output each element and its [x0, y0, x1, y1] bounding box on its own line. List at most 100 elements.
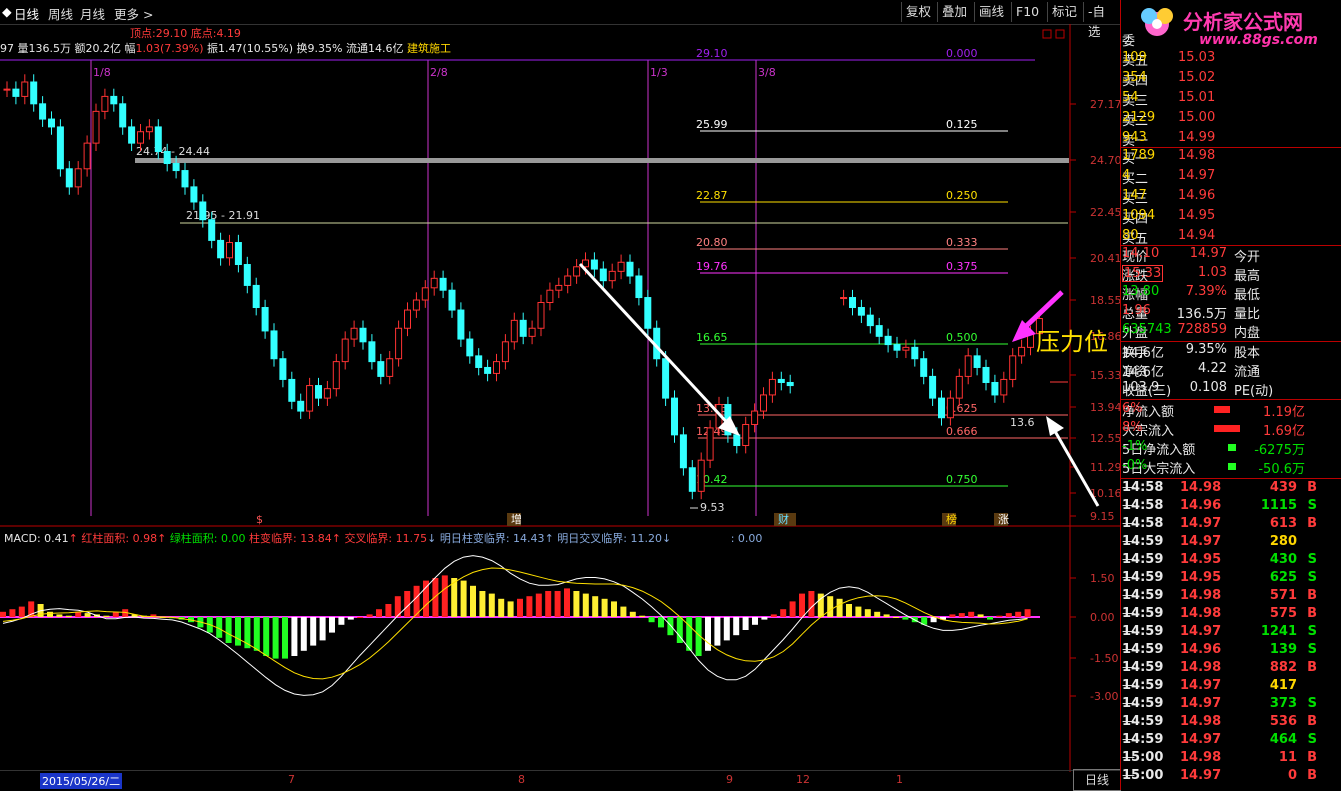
tick-row[interactable]: 14:59 14.95 430 S —	[1122, 552, 1339, 570]
bid-row[interactable]: 买四 14.95 1094	[1122, 208, 1339, 227]
tick-row[interactable]: 14:59 14.97 373 S —	[1122, 696, 1339, 714]
ask-row[interactable]: 卖四 15.02 354	[1122, 70, 1339, 89]
event-badge-label: 涨	[998, 513, 1009, 526]
candle-body	[671, 397, 678, 436]
stat-value: 14.97	[1189, 246, 1227, 261]
fib-level-right-label: 0.375	[946, 260, 978, 273]
bid-price: 14.96	[1178, 188, 1216, 203]
tick-row[interactable]: 14:59 14.98 575 B —	[1122, 606, 1339, 624]
macd-bar	[770, 614, 777, 617]
ask-volume: 109	[1122, 50, 1147, 65]
kline-chart[interactable]: 1/8 2/8 1/3 3/8 29.10 0.000 25.99 0.125 22.87 0.2…	[0, 24, 1120, 772]
stock-menu-icon[interactable]: ◆	[2, 4, 12, 19]
bar-change-up-icon: ↑	[331, 532, 341, 545]
fund-flow-row[interactable]: 净流入额 1.19亿 6%	[1122, 401, 1339, 420]
candle-body	[92, 110, 100, 144]
period-daily-tab[interactable]: 日线	[1073, 769, 1121, 791]
tick-row[interactable]: 14:59 14.98 882 B —	[1122, 660, 1339, 678]
macd-bar	[611, 601, 617, 617]
candle-body	[208, 219, 216, 241]
tick-row[interactable]: 14:59 14.96 139 S —	[1122, 642, 1339, 660]
candle-body	[48, 118, 55, 128]
tick-dash: —	[1122, 642, 1135, 657]
bid-row[interactable]: 买五 14.94 80	[1122, 228, 1339, 247]
tab-monthly[interactable]: 月线	[80, 4, 105, 23]
tick-row[interactable]: 15:00 14.98 11 B —	[1122, 750, 1339, 768]
tab-more[interactable]: 更多 >	[114, 4, 153, 23]
tick-side: S	[1307, 732, 1317, 747]
tick-row[interactable]: 14:58 14.98 439 B —	[1122, 480, 1339, 498]
wei-row[interactable]: 委	[1122, 30, 1339, 49]
bar-change-critical: 柱变临界: 13.84	[249, 532, 332, 545]
overlay-button[interactable]: 叠加	[937, 2, 971, 22]
macd-bar	[300, 617, 307, 651]
candle-body	[626, 261, 634, 277]
ask-row[interactable]: 卖五 15.03 109	[1122, 50, 1339, 69]
tick-volume: 417	[1269, 678, 1297, 693]
fundamental-row[interactable]: 换手 9.35% 股本 14.6亿	[1122, 342, 1339, 361]
tick-row[interactable]: 14:59 14.97 280—	[1122, 534, 1339, 552]
bid-row[interactable]: 买一 14.98 1789	[1122, 148, 1339, 167]
mark-button[interactable]: 标记	[1047, 2, 1081, 22]
tick-row[interactable]: 14:59 14.97 464 S —	[1122, 732, 1339, 750]
candle-body	[56, 126, 64, 170]
tick-row[interactable]: 15:00 14.97 0 B —	[1122, 768, 1339, 786]
candle-body	[1018, 346, 1026, 357]
macd-bar	[479, 591, 486, 617]
macd-bar	[705, 617, 711, 651]
tick-row[interactable]: 14:59 14.98 536 B —	[1122, 714, 1339, 732]
f10-button[interactable]: F10	[1011, 2, 1043, 22]
tick-volume: 11	[1278, 750, 1297, 765]
tick-row[interactable]: 14:59 14.95 625 S —	[1122, 570, 1339, 588]
candle-body	[982, 366, 990, 383]
draw-line-button[interactable]: 画线	[974, 2, 1008, 22]
bid-row[interactable]: 买二 14.97 4	[1122, 168, 1339, 187]
tick-price: 14.98	[1180, 750, 1222, 765]
macd-bar	[883, 614, 890, 617]
macd-bar	[639, 615, 646, 617]
ask-row[interactable]: 卖三 15.01 54	[1122, 90, 1339, 109]
fuquan-button[interactable]: 复权	[901, 2, 935, 22]
ask-row[interactable]: 卖一 14.99 943	[1122, 130, 1339, 149]
fib-time-label: 1/8	[93, 66, 111, 79]
tick-price: 14.97	[1180, 534, 1222, 549]
tab-weekly[interactable]: 周线	[48, 4, 73, 23]
y-tick-label: 11.29	[1090, 461, 1120, 474]
quote-stat-row[interactable]: 总量 136.5万 量比 1.96	[1122, 303, 1339, 322]
macd-bar	[535, 593, 542, 617]
tick-volume: 464	[1269, 732, 1297, 747]
quote-stat-row[interactable]: 外盘 728859 内盘 635743	[1122, 322, 1339, 341]
flow-bar	[1214, 425, 1240, 432]
quote-stat-row[interactable]: 现价 14.97 今开 14.10	[1122, 246, 1339, 265]
macd-bar	[658, 617, 664, 628]
candle-body	[955, 375, 963, 399]
fund-flow-row[interactable]: 5日净流入额 -6275万 -1%	[1122, 439, 1339, 458]
favorites-button[interactable]: -自选	[1083, 2, 1120, 39]
tick-row[interactable]: 14:58 14.96 1115 S —	[1122, 498, 1339, 516]
tick-row[interactable]: 14:59 14.97 1241 S —	[1122, 624, 1339, 642]
ask-row[interactable]: 卖二 15.00 2129	[1122, 110, 1339, 129]
macd-bar	[498, 598, 505, 617]
macd-bar	[958, 613, 965, 617]
bid-row[interactable]: 买三 14.96 147	[1122, 188, 1339, 207]
fundamental-row[interactable]: 净资 4.22 流通 14.6亿	[1122, 361, 1339, 380]
candle-body	[65, 168, 73, 188]
fib-level-left-label: 19.76	[696, 260, 728, 273]
tick-row[interactable]: 14:59 14.98 571 B —	[1122, 588, 1339, 606]
quote-stat-row[interactable]: 涨跌 1.03 最高 15.33	[1122, 265, 1339, 284]
tick-row[interactable]: 14:59 14.97 417—	[1122, 678, 1339, 696]
fund-flow-row[interactable]: 5日大宗流入 -50.6万 -0%	[1122, 458, 1339, 477]
candle-body	[475, 355, 483, 368]
macd-header: MACD: 0.41↑ 红柱面积: 0.98↑ 绿柱面积: 0.00 柱变临界:…	[4, 530, 762, 546]
macd-bar	[742, 617, 749, 630]
fundamental-row[interactable]: 收益(三) 0.108 PE(动) 103.9	[1122, 380, 1339, 399]
tab-daily[interactable]: 日线	[14, 4, 39, 23]
current-mark-label: 13.6	[1010, 416, 1035, 429]
quote-stat-row[interactable]: 涨幅 7.39% 最低 13.80	[1122, 284, 1339, 303]
macd-bar	[488, 593, 495, 617]
fund-flow-row[interactable]: 大宗流入 1.69亿 8%	[1122, 420, 1339, 439]
macd-bar	[282, 617, 288, 659]
tick-row[interactable]: 14:58 14.97 613 B —	[1122, 516, 1339, 534]
candle-body	[341, 338, 349, 363]
macd-bar	[9, 609, 16, 617]
